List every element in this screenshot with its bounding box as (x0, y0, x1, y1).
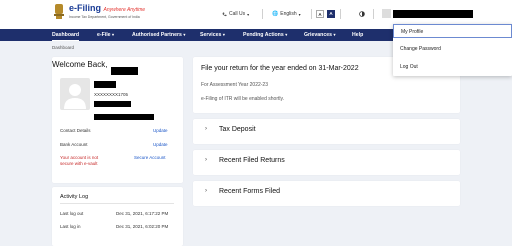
last-logout-value: Dec 31, 2021, 6:17:22 PM (116, 211, 169, 216)
brand-subtitle: Income Tax Department, Government of Ind… (69, 15, 140, 19)
chevron-down-icon: ▾ (222, 32, 225, 37)
redacted-username[interactable] (393, 10, 473, 18)
menu-log-out[interactable]: Log Out (393, 60, 512, 74)
nav-help[interactable]: Help (352, 29, 363, 41)
last-logout-label: Last log out (60, 211, 84, 216)
language-selector[interactable]: 🌐 English ▾ (272, 11, 301, 18)
nav-services[interactable]: Services ▾ (200, 29, 225, 41)
nav-dashboard[interactable]: Dashboard (52, 29, 80, 41)
call-us-button[interactable]: Call Us ▾ (222, 11, 249, 18)
evault-warning-line2: secure with e-vault (60, 161, 98, 166)
chevron-down-icon: ▾ (183, 32, 186, 37)
breadcrumb: Dashboard (52, 45, 75, 50)
pan-number: XXXXXXXX1705 (94, 92, 129, 97)
chevron-down-icon: ▾ (333, 32, 336, 37)
welcome-heading: Welcome Back, (52, 60, 108, 69)
user-silhouette-icon (64, 84, 86, 109)
menu-my-profile[interactable]: My Profile (393, 24, 512, 38)
contrast-icon[interactable] (359, 11, 365, 17)
increase-font-button[interactable]: A (327, 10, 335, 18)
chevron-right-icon: › (205, 157, 207, 163)
chevron-right-icon: › (205, 188, 207, 194)
chevron-down-icon: ▾ (247, 12, 250, 17)
contact-details-label: Contact Details (60, 128, 91, 133)
divider (311, 9, 312, 19)
globe-icon: 🌐 (272, 11, 279, 17)
chevron-down-icon: ▾ (112, 32, 115, 37)
brand-logo[interactable]: e-Filing Anywhere Anytime Income Tax Dep… (69, 3, 145, 20)
redacted-info (94, 101, 131, 107)
redacted-info (94, 114, 154, 120)
nav-pending-actions[interactable]: Pending Actions ▾ (243, 29, 287, 41)
user-avatar[interactable] (382, 9, 391, 18)
update-bank-link[interactable]: Update (153, 142, 168, 148)
assessment-year: For Assessment Year 2022-23 (201, 82, 268, 88)
redacted-info (94, 81, 116, 88)
chevron-right-icon: › (205, 126, 207, 132)
divider (373, 9, 374, 19)
bank-account-label: Bank Account (60, 142, 88, 147)
nav-grievances[interactable]: Grievances ▾ (304, 29, 335, 41)
phone-icon (222, 12, 227, 17)
redacted-name (111, 67, 138, 75)
profile-photo (60, 78, 90, 110)
call-us-label: Call Us (229, 11, 246, 17)
brand-title: e-Filing (69, 3, 101, 13)
accordion-label: Recent Filed Returns (219, 157, 285, 164)
national-emblem-icon (54, 4, 64, 19)
brand-tagline: Anywhere Anytime (103, 7, 146, 13)
decrease-font-button[interactable]: A (316, 10, 324, 18)
secure-account-link[interactable]: Secure Account (134, 155, 166, 161)
language-label: English (280, 11, 297, 17)
return-title: File your return for the year ended on 3… (201, 65, 359, 72)
menu-change-password[interactable]: Change Password (393, 42, 512, 56)
accordion-label: Tax Deposit (219, 126, 256, 133)
chevron-down-icon: ▾ (298, 12, 301, 17)
nav-authorised-partners[interactable]: Authorised Partners ▾ (132, 29, 185, 41)
last-login-label: Last log in (60, 224, 81, 229)
divider (340, 9, 341, 19)
activity-log-title: Activity Log (60, 194, 89, 200)
efiling-enabled-note: e-Filing of ITR will be enabled shortly. (201, 96, 284, 102)
divider (60, 203, 174, 204)
chevron-down-icon: ▾ (285, 32, 288, 37)
last-login-value: Dec 31, 2021, 6:02:20 PM (116, 224, 169, 229)
accordion-label: Recent Forms Filed (219, 188, 281, 195)
update-contact-link[interactable]: Update (153, 128, 168, 134)
nav-efile[interactable]: e-File ▾ (97, 29, 114, 41)
divider (262, 9, 263, 19)
profile-dropdown-menu: My Profile Change Password Log Out (393, 24, 512, 76)
